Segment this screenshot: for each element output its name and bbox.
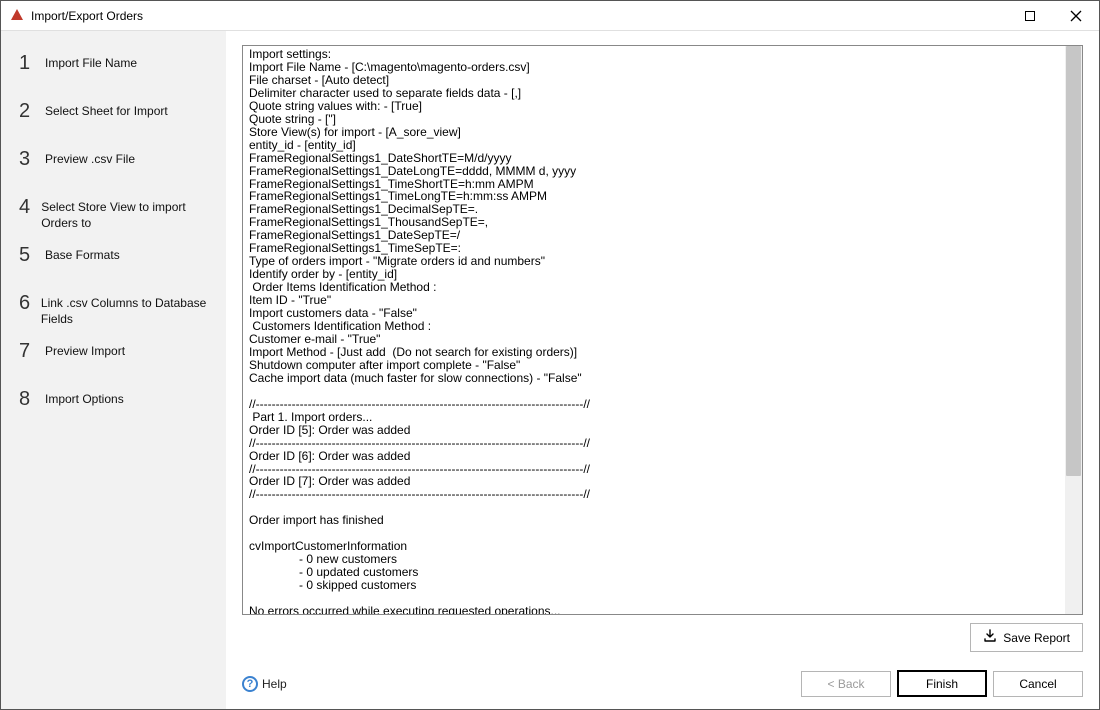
log-scrollbar[interactable]: [1065, 46, 1082, 614]
close-icon: [1070, 10, 1082, 22]
step-import-file-name[interactable]: 1 Import File Name: [1, 45, 226, 93]
step-import-options[interactable]: 8 Import Options: [1, 381, 226, 429]
help-icon: ?: [242, 676, 258, 692]
wizard-sidebar: 1 Import File Name 2 Select Sheet for Im…: [1, 31, 226, 709]
step-label: Select Sheet for Import: [45, 99, 174, 120]
maximize-icon: [1025, 11, 1035, 21]
app-icon: [9, 8, 25, 24]
download-icon: [983, 629, 997, 646]
import-log-text[interactable]: Import settings: Import File Name - [C:\…: [243, 46, 1065, 614]
step-preview-import[interactable]: 7 Preview Import: [1, 333, 226, 381]
step-number: 2: [19, 99, 45, 121]
step-label: Import File Name: [45, 51, 143, 72]
window-title: Import/Export Orders: [31, 9, 1007, 23]
wizard-footer: ? Help < Back Finish Cancel: [242, 652, 1083, 697]
step-number: 8: [19, 387, 45, 409]
window-controls: [1007, 1, 1099, 30]
help-label: Help: [262, 677, 287, 691]
step-label: Preview Import: [45, 339, 131, 360]
back-button[interactable]: < Back: [801, 671, 891, 697]
back-label: < Back: [827, 677, 864, 691]
save-report-button[interactable]: Save Report: [970, 623, 1083, 652]
step-number: 3: [19, 147, 45, 169]
close-button[interactable]: [1053, 1, 1099, 30]
step-number: 6: [19, 291, 41, 313]
cancel-label: Cancel: [1019, 677, 1056, 691]
step-select-store-view[interactable]: 4 Select Store View to import Orders to: [1, 189, 226, 237]
maximize-button[interactable]: [1007, 1, 1053, 30]
step-number: 1: [19, 51, 45, 73]
scroll-thumb[interactable]: [1066, 46, 1081, 476]
save-report-bar: Save Report: [242, 615, 1083, 652]
step-number: 4: [19, 195, 41, 217]
step-link-columns[interactable]: 6 Link .csv Columns to Database Fields: [1, 285, 226, 333]
save-report-label: Save Report: [1003, 631, 1070, 645]
body: 1 Import File Name 2 Select Sheet for Im…: [1, 31, 1099, 709]
step-base-formats[interactable]: 5 Base Formats: [1, 237, 226, 285]
step-label: Link .csv Columns to Database Fields: [41, 291, 216, 327]
help-link[interactable]: ? Help: [242, 676, 287, 692]
step-preview-csv[interactable]: 3 Preview .csv File: [1, 141, 226, 189]
step-number: 7: [19, 339, 45, 361]
step-select-sheet[interactable]: 2 Select Sheet for Import: [1, 93, 226, 141]
titlebar: Import/Export Orders: [1, 1, 1099, 31]
import-log-box: Import settings: Import File Name - [C:\…: [242, 45, 1083, 615]
step-label: Import Options: [45, 387, 130, 408]
import-export-orders-window: Import/Export Orders 1 Import File Name …: [0, 0, 1100, 710]
cancel-button[interactable]: Cancel: [993, 671, 1083, 697]
step-label: Base Formats: [45, 243, 126, 264]
step-label: Select Store View to import Orders to: [41, 195, 216, 231]
step-number: 5: [19, 243, 45, 265]
finish-label: Finish: [926, 677, 958, 691]
step-label: Preview .csv File: [45, 147, 141, 168]
main-panel: Import settings: Import File Name - [C:\…: [226, 31, 1099, 709]
finish-button[interactable]: Finish: [897, 670, 987, 697]
